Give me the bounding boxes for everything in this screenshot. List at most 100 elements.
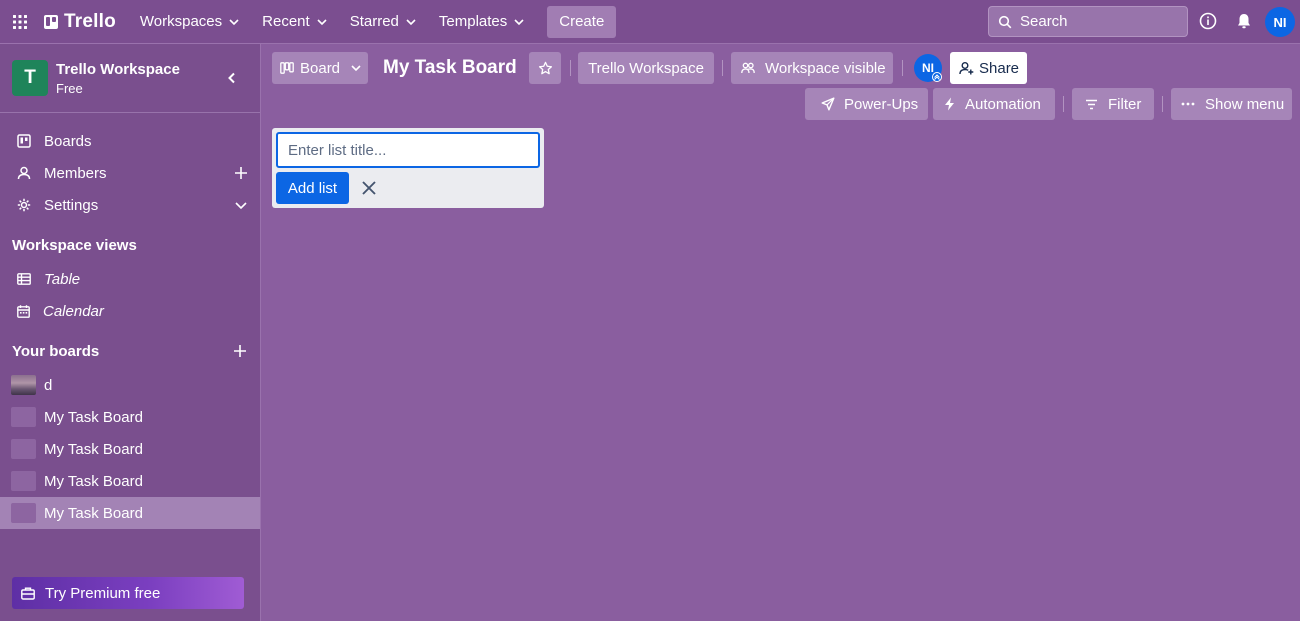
search-icon bbox=[998, 15, 1012, 28]
nav-workspaces[interactable]: Workspaces bbox=[130, 6, 250, 38]
table-icon bbox=[17, 273, 31, 285]
app-switcher-button[interactable] bbox=[0, 0, 40, 44]
nav-label: Recent bbox=[262, 13, 310, 30]
chevron-down-icon bbox=[514, 18, 524, 25]
power-ups-button[interactable]: Power-Ups bbox=[805, 88, 928, 120]
board-thumbnail bbox=[11, 503, 36, 523]
filter-icon bbox=[1086, 99, 1097, 109]
automation-label: Automation bbox=[965, 95, 1041, 113]
lightning-icon bbox=[945, 97, 954, 111]
close-icon bbox=[362, 181, 376, 195]
sidebar-view-table[interactable]: Table bbox=[0, 263, 260, 295]
share-label: Share bbox=[979, 59, 1020, 77]
star-board-button[interactable] bbox=[529, 52, 561, 84]
board-thumbnail bbox=[11, 375, 36, 395]
create-board-button[interactable] bbox=[233, 344, 247, 358]
board-label: d bbox=[44, 376, 53, 394]
sidebar-item-label: Boards bbox=[44, 132, 92, 150]
sidebar-view-label: Calendar bbox=[43, 302, 104, 320]
trello-logo-icon bbox=[44, 14, 58, 29]
star-icon bbox=[538, 61, 552, 74]
collapse-sidebar-button[interactable] bbox=[226, 71, 238, 85]
workspace-link-button[interactable]: Trello Workspace bbox=[578, 52, 714, 84]
divider bbox=[902, 60, 903, 76]
nav-label: Workspaces bbox=[139, 13, 223, 30]
divider bbox=[570, 60, 571, 76]
settings-expand-button[interactable] bbox=[234, 198, 248, 212]
bell-icon bbox=[1238, 14, 1250, 29]
grid-icon bbox=[13, 14, 27, 29]
share-button[interactable]: Share bbox=[950, 52, 1027, 84]
board-thumbnail bbox=[11, 407, 36, 427]
account-avatar[interactable]: NI bbox=[1265, 7, 1295, 37]
sidebar-item-settings[interactable]: Settings bbox=[0, 189, 260, 221]
visibility-button[interactable]: Workspace visible bbox=[731, 52, 893, 84]
nav-templates[interactable]: Templates bbox=[429, 6, 535, 38]
sidebar-view-calendar[interactable]: Calendar bbox=[0, 295, 260, 327]
try-premium-button[interactable]: Try Premium free bbox=[12, 577, 244, 609]
workspace-plan: Free bbox=[56, 80, 83, 96]
chevron-down-icon bbox=[317, 18, 327, 25]
search-input[interactable]: Search bbox=[988, 6, 1188, 37]
board-title[interactable]: My Task Board bbox=[383, 57, 517, 79]
filter-label: Filter bbox=[1108, 95, 1142, 113]
ellipsis-icon bbox=[1181, 102, 1195, 106]
list-title-input[interactable] bbox=[276, 132, 540, 168]
people-icon bbox=[741, 62, 755, 74]
automation-button[interactable]: Automation bbox=[933, 88, 1055, 120]
nav-recent[interactable]: Recent bbox=[252, 6, 338, 38]
nav-starred[interactable]: Starred bbox=[340, 6, 427, 38]
sidebar-board-item[interactable]: d bbox=[0, 369, 260, 401]
sidebar-item-boards[interactable]: Boards bbox=[0, 125, 260, 157]
divider bbox=[1162, 96, 1163, 112]
plus-icon bbox=[235, 167, 247, 179]
top-navigation-bar: Trello Workspaces Recent Starred Templat… bbox=[0, 0, 1300, 44]
trello-logo[interactable]: Trello bbox=[40, 6, 120, 38]
sidebar-board-item[interactable]: My Task Board bbox=[0, 401, 260, 433]
visibility-label: Workspace visible bbox=[765, 59, 886, 77]
nav-label: Templates bbox=[438, 13, 508, 30]
chevron-down-icon bbox=[235, 202, 247, 210]
create-button[interactable]: Create bbox=[547, 5, 617, 38]
briefcase-icon bbox=[21, 587, 35, 600]
rocket-icon bbox=[821, 97, 835, 111]
admin-badge-icon bbox=[932, 72, 942, 82]
show-menu-label: Show menu bbox=[1205, 95, 1285, 113]
info-icon bbox=[1199, 12, 1217, 30]
chevron-down-icon bbox=[406, 18, 416, 25]
plus-icon bbox=[234, 345, 246, 357]
search-placeholder: Search bbox=[1020, 13, 1068, 30]
power-ups-label: Power-Ups bbox=[844, 95, 919, 113]
add-member-button[interactable] bbox=[234, 166, 248, 180]
board-label: My Task Board bbox=[44, 408, 143, 426]
chevron-down-icon bbox=[229, 18, 239, 25]
close-composer-button[interactable] bbox=[356, 175, 382, 201]
sidebar-view-label: Table bbox=[44, 270, 81, 288]
add-list-button[interactable]: Add list bbox=[276, 172, 349, 204]
workspace-badge: T bbox=[12, 60, 48, 96]
board-view-switcher[interactable]: Board bbox=[272, 52, 368, 84]
board-label: My Task Board bbox=[44, 472, 143, 490]
board-icon bbox=[17, 134, 31, 148]
notifications-button[interactable] bbox=[1235, 12, 1253, 30]
workspace-header: T Trello Workspace Free bbox=[0, 44, 260, 113]
logo-text: Trello bbox=[64, 10, 116, 32]
sidebar-board-item[interactable]: My Task Board bbox=[0, 433, 260, 465]
divider bbox=[1063, 96, 1064, 112]
nav-label: Starred bbox=[349, 13, 399, 30]
show-menu-button[interactable]: Show menu bbox=[1171, 88, 1292, 120]
premium-label: Try Premium free bbox=[45, 584, 161, 602]
information-button[interactable] bbox=[1199, 12, 1217, 30]
sidebar-board-item-active[interactable]: My Task Board bbox=[0, 497, 260, 529]
board-view-label: Board bbox=[300, 59, 341, 77]
sidebar-board-item[interactable]: My Task Board bbox=[0, 465, 260, 497]
board-thumbnail bbox=[11, 471, 36, 491]
board-thumbnail bbox=[11, 439, 36, 459]
board-view-icon bbox=[280, 62, 294, 74]
board-member-avatar[interactable]: NI bbox=[914, 54, 942, 82]
filter-button[interactable]: Filter bbox=[1072, 88, 1154, 120]
sidebar-item-members[interactable]: Members bbox=[0, 157, 260, 189]
sidebar: T Trello Workspace Free Boards Members S… bbox=[0, 44, 261, 621]
workspace-name: Trello Workspace bbox=[56, 60, 180, 78]
chevron-left-icon bbox=[228, 72, 235, 84]
